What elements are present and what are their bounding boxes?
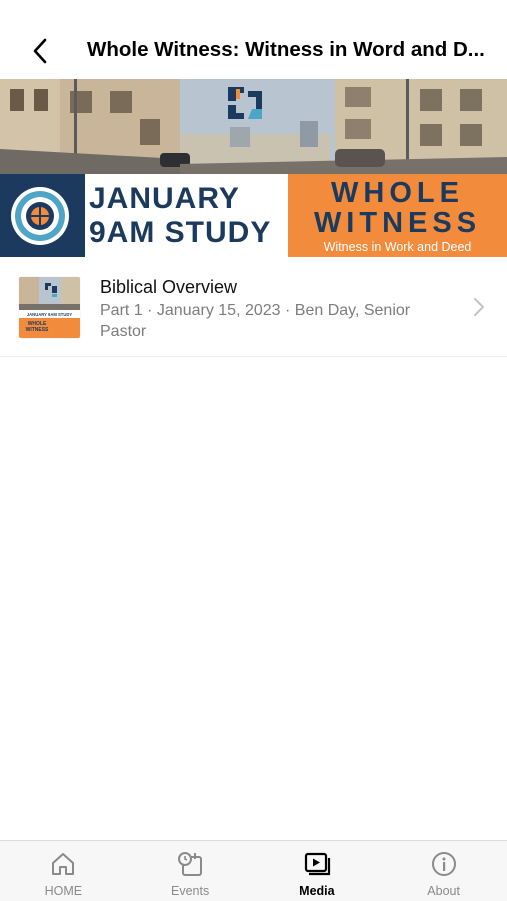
church-seal-icon	[11, 187, 69, 245]
street-photo	[0, 79, 507, 174]
chevron-left-icon	[33, 38, 47, 64]
thumb-line3: WITNESS	[26, 327, 49, 333]
tab-about-label: About	[427, 884, 460, 898]
nav-header: Whole Witness: Witness in Word and D...	[0, 22, 507, 78]
media-list-item[interactable]: JANUARY 9AM STUDY WHOLE WITNESS Biblical…	[0, 258, 507, 357]
tab-media-label: Media	[299, 884, 335, 898]
banner-line1: JANUARY	[89, 182, 240, 215]
church-seal-panel	[0, 174, 85, 257]
media-thumbnail: JANUARY 9AM STUDY WHOLE WITNESS	[19, 277, 80, 338]
status-bar	[0, 0, 507, 22]
media-item-title: Biblical Overview	[100, 277, 238, 297]
calendar-clock-icon	[178, 852, 203, 876]
home-icon	[52, 853, 75, 875]
banner-band: JANUARY 9AM STUDY WHOLE WITNESS Witness …	[0, 174, 507, 257]
series-banner: JANUARY 9AM STUDY WHOLE WITNESS Witness …	[0, 79, 507, 257]
tab-home-label: HOME	[44, 884, 83, 898]
whole-witness-panel: WHOLE WITNESS Witness in Work and Deed	[288, 174, 507, 257]
thumb-line1: JANUARY 9AM STUDY	[27, 312, 73, 317]
tab-events-label: Events	[171, 884, 210, 898]
chevron-right-icon	[474, 298, 484, 316]
tab-home[interactable]: HOME	[0, 841, 127, 901]
tab-about[interactable]: About	[380, 841, 507, 901]
page-title: Whole Witness: Witness in Word and D...	[87, 38, 485, 61]
study-panel: JANUARY 9AM STUDY	[85, 174, 288, 257]
banner-line2: 9AM STUDY	[89, 216, 272, 249]
back-button[interactable]	[22, 34, 58, 68]
banner-ww-subtitle: Witness in Work and Deed	[323, 240, 472, 254]
tab-media[interactable]: Media	[254, 841, 381, 901]
banner-ww-line2: WITNESS	[313, 207, 482, 239]
tab-events[interactable]: Events	[127, 841, 254, 901]
info-icon	[431, 852, 456, 876]
banner-ww-line1: WHOLE	[331, 177, 464, 209]
tab-bar: HOME Events Media About	[0, 840, 507, 901]
media-item-subtitle: Part 1 · January 15, 2023 · Ben Day, Sen…	[100, 302, 411, 340]
play-media-icon	[304, 852, 330, 876]
